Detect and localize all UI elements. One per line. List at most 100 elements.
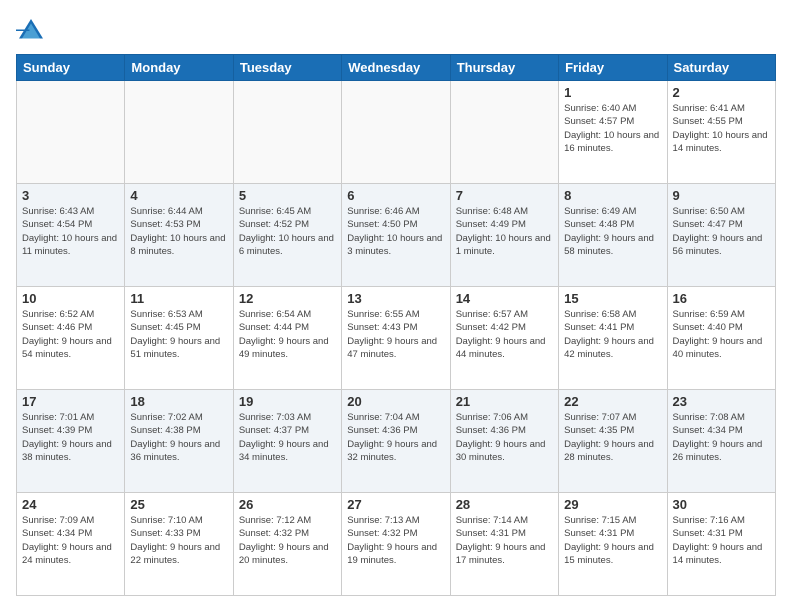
calendar-cell <box>342 81 450 184</box>
day-info: Sunrise: 6:55 AM Sunset: 4:43 PM Dayligh… <box>347 308 444 361</box>
day-number: 19 <box>239 394 336 409</box>
day-info: Sunrise: 6:53 AM Sunset: 4:45 PM Dayligh… <box>130 308 227 361</box>
calendar-header-thursday: Thursday <box>450 55 558 81</box>
day-number: 22 <box>564 394 661 409</box>
calendar-cell: 18Sunrise: 7:02 AM Sunset: 4:38 PM Dayli… <box>125 390 233 493</box>
header <box>16 16 776 46</box>
calendar-cell: 16 Sunrise: 6:59 AM Sunset: 4:40 PM Dayli… <box>667 287 775 390</box>
logo-icon <box>16 16 46 46</box>
day-number: 24 <box>22 497 119 512</box>
calendar-week-4: 17 Sunrise: 7:01 AM Sunset: 4:39 PM Dayli… <box>17 390 776 493</box>
day-info: Sunrise: 7:06 AM Sunset: 4:36 PM Dayligh… <box>456 411 553 464</box>
calendar-cell: 25 Sunrise: 7:10 AM Sunset: 4:33 PM Dayli… <box>125 493 233 596</box>
day-info: Sunrise: 7:16 AM Sunset: 4:31 PM Dayligh… <box>673 514 770 567</box>
day-number: 23 <box>673 394 770 409</box>
day-number: 21 <box>456 394 553 409</box>
day-number: 6 <box>347 188 444 203</box>
calendar-cell: 23 Sunrise: 7:08 AM Sunset: 4:34 PM Dayli… <box>667 390 775 493</box>
day-number: 11 <box>130 291 227 306</box>
calendar-cell: 21 Sunrise: 7:06 AM Sunset: 4:36 PM Dayli… <box>450 390 558 493</box>
day-number: 16 <box>673 291 770 306</box>
calendar-header-saturday: Saturday <box>667 55 775 81</box>
day-number: 2 <box>673 85 770 100</box>
day-number: 5 <box>239 188 336 203</box>
day-number: 18 <box>130 394 227 409</box>
calendar-cell: 13 Sunrise: 6:55 AM Sunset: 4:43 PM Dayli… <box>342 287 450 390</box>
day-info: Sunrise: 7:08 AM Sunset: 4:34 PM Dayligh… <box>673 411 770 464</box>
day-info: Sunrise: 6:41 AM Sunset: 4:55 PM Dayligh… <box>673 102 770 155</box>
calendar-cell: 28 Sunrise: 7:14 AM Sunset: 4:31 PM Dayli… <box>450 493 558 596</box>
day-info: Sunrise: 6:58 AM Sunset: 4:41 PM Dayligh… <box>564 308 661 361</box>
calendar-week-1: 1 Sunrise: 6:40 AM Sunset: 4:57 PM Daylig… <box>17 81 776 184</box>
calendar-cell: 7Sunrise: 6:48 AM Sunset: 4:49 PM Daylig… <box>450 184 558 287</box>
day-number: 28 <box>456 497 553 512</box>
day-number: 3 <box>22 188 119 203</box>
calendar-cell: 12Sunrise: 6:54 AM Sunset: 4:44 PM Dayli… <box>233 287 341 390</box>
calendar-cell: 5 Sunrise: 6:45 AM Sunset: 4:52 PM Daylig… <box>233 184 341 287</box>
calendar-cell: 19Sunrise: 7:03 AM Sunset: 4:37 PM Dayli… <box>233 390 341 493</box>
calendar-cell: 6 Sunrise: 6:46 AM Sunset: 4:50 PM Daylig… <box>342 184 450 287</box>
day-info: Sunrise: 6:44 AM Sunset: 4:53 PM Dayligh… <box>130 205 227 258</box>
calendar-header-monday: Monday <box>125 55 233 81</box>
day-number: 26 <box>239 497 336 512</box>
day-number: 13 <box>347 291 444 306</box>
calendar-cell <box>233 81 341 184</box>
day-number: 7 <box>456 188 553 203</box>
day-number: 27 <box>347 497 444 512</box>
calendar-cell: 2 Sunrise: 6:41 AM Sunset: 4:55 PM Daylig… <box>667 81 775 184</box>
day-info: Sunrise: 7:07 AM Sunset: 4:35 PM Dayligh… <box>564 411 661 464</box>
day-number: 25 <box>130 497 227 512</box>
calendar-week-3: 10 Sunrise: 6:52 AM Sunset: 4:46 PM Dayli… <box>17 287 776 390</box>
calendar-cell: 8 Sunrise: 6:49 AM Sunset: 4:48 PM Daylig… <box>559 184 667 287</box>
calendar-cell: 3 Sunrise: 6:43 AM Sunset: 4:54 PM Daylig… <box>17 184 125 287</box>
day-number: 15 <box>564 291 661 306</box>
day-number: 14 <box>456 291 553 306</box>
calendar-cell <box>125 81 233 184</box>
day-number: 4 <box>130 188 227 203</box>
calendar-cell: 1 Sunrise: 6:40 AM Sunset: 4:57 PM Daylig… <box>559 81 667 184</box>
calendar-week-5: 24 Sunrise: 7:09 AM Sunset: 4:34 PM Dayli… <box>17 493 776 596</box>
day-number: 10 <box>22 291 119 306</box>
day-number: 1 <box>564 85 661 100</box>
calendar-cell: 27 Sunrise: 7:13 AM Sunset: 4:32 PM Dayli… <box>342 493 450 596</box>
day-info: Sunrise: 7:15 AM Sunset: 4:31 PM Dayligh… <box>564 514 661 567</box>
day-info: Sunrise: 7:13 AM Sunset: 4:32 PM Dayligh… <box>347 514 444 567</box>
day-info: Sunrise: 7:14 AM Sunset: 4:31 PM Dayligh… <box>456 514 553 567</box>
day-info: Sunrise: 6:50 AM Sunset: 4:47 PM Dayligh… <box>673 205 770 258</box>
calendar-cell: 15 Sunrise: 6:58 AM Sunset: 4:41 PM Dayli… <box>559 287 667 390</box>
day-number: 8 <box>564 188 661 203</box>
calendar-cell: 24 Sunrise: 7:09 AM Sunset: 4:34 PM Dayli… <box>17 493 125 596</box>
day-info: Sunrise: 6:46 AM Sunset: 4:50 PM Dayligh… <box>347 205 444 258</box>
day-info: Sunrise: 7:12 AM Sunset: 4:32 PM Dayligh… <box>239 514 336 567</box>
calendar-week-2: 3 Sunrise: 6:43 AM Sunset: 4:54 PM Daylig… <box>17 184 776 287</box>
calendar-cell: 26 Sunrise: 7:12 AM Sunset: 4:32 PM Dayli… <box>233 493 341 596</box>
calendar-cell: 22 Sunrise: 7:07 AM Sunset: 4:35 PM Dayli… <box>559 390 667 493</box>
day-info: Sunrise: 7:01 AM Sunset: 4:39 PM Dayligh… <box>22 411 119 464</box>
page: SundayMondayTuesdayWednesdayThursdayFrid… <box>0 0 792 612</box>
day-number: 9 <box>673 188 770 203</box>
calendar-cell: 17 Sunrise: 7:01 AM Sunset: 4:39 PM Dayli… <box>17 390 125 493</box>
day-info: Sunrise: 6:40 AM Sunset: 4:57 PM Dayligh… <box>564 102 661 155</box>
calendar-header-friday: Friday <box>559 55 667 81</box>
day-info: Sunrise: 6:59 AM Sunset: 4:40 PM Dayligh… <box>673 308 770 361</box>
logo <box>16 16 50 46</box>
day-info: Sunrise: 6:43 AM Sunset: 4:54 PM Dayligh… <box>22 205 119 258</box>
calendar-cell: 30 Sunrise: 7:16 AM Sunset: 4:31 PM Dayli… <box>667 493 775 596</box>
day-info: Sunrise: 6:49 AM Sunset: 4:48 PM Dayligh… <box>564 205 661 258</box>
day-info: Sunrise: 7:09 AM Sunset: 4:34 PM Dayligh… <box>22 514 119 567</box>
day-info: Sunrise: 6:52 AM Sunset: 4:46 PM Dayligh… <box>22 308 119 361</box>
day-number: 30 <box>673 497 770 512</box>
day-info: Sunrise: 7:10 AM Sunset: 4:33 PM Dayligh… <box>130 514 227 567</box>
day-number: 20 <box>347 394 444 409</box>
day-number: 29 <box>564 497 661 512</box>
calendar-header-wednesday: Wednesday <box>342 55 450 81</box>
day-info: Sunrise: 6:45 AM Sunset: 4:52 PM Dayligh… <box>239 205 336 258</box>
calendar-cell: 4 Sunrise: 6:44 AM Sunset: 4:53 PM Daylig… <box>125 184 233 287</box>
calendar-cell <box>450 81 558 184</box>
day-info: Sunrise: 7:04 AM Sunset: 4:36 PM Dayligh… <box>347 411 444 464</box>
calendar-table: SundayMondayTuesdayWednesdayThursdayFrid… <box>16 54 776 596</box>
calendar-cell: 11 Sunrise: 6:53 AM Sunset: 4:45 PM Dayli… <box>125 287 233 390</box>
calendar-cell <box>17 81 125 184</box>
day-number: 17 <box>22 394 119 409</box>
calendar-cell: 14Sunrise: 6:57 AM Sunset: 4:42 PM Dayli… <box>450 287 558 390</box>
